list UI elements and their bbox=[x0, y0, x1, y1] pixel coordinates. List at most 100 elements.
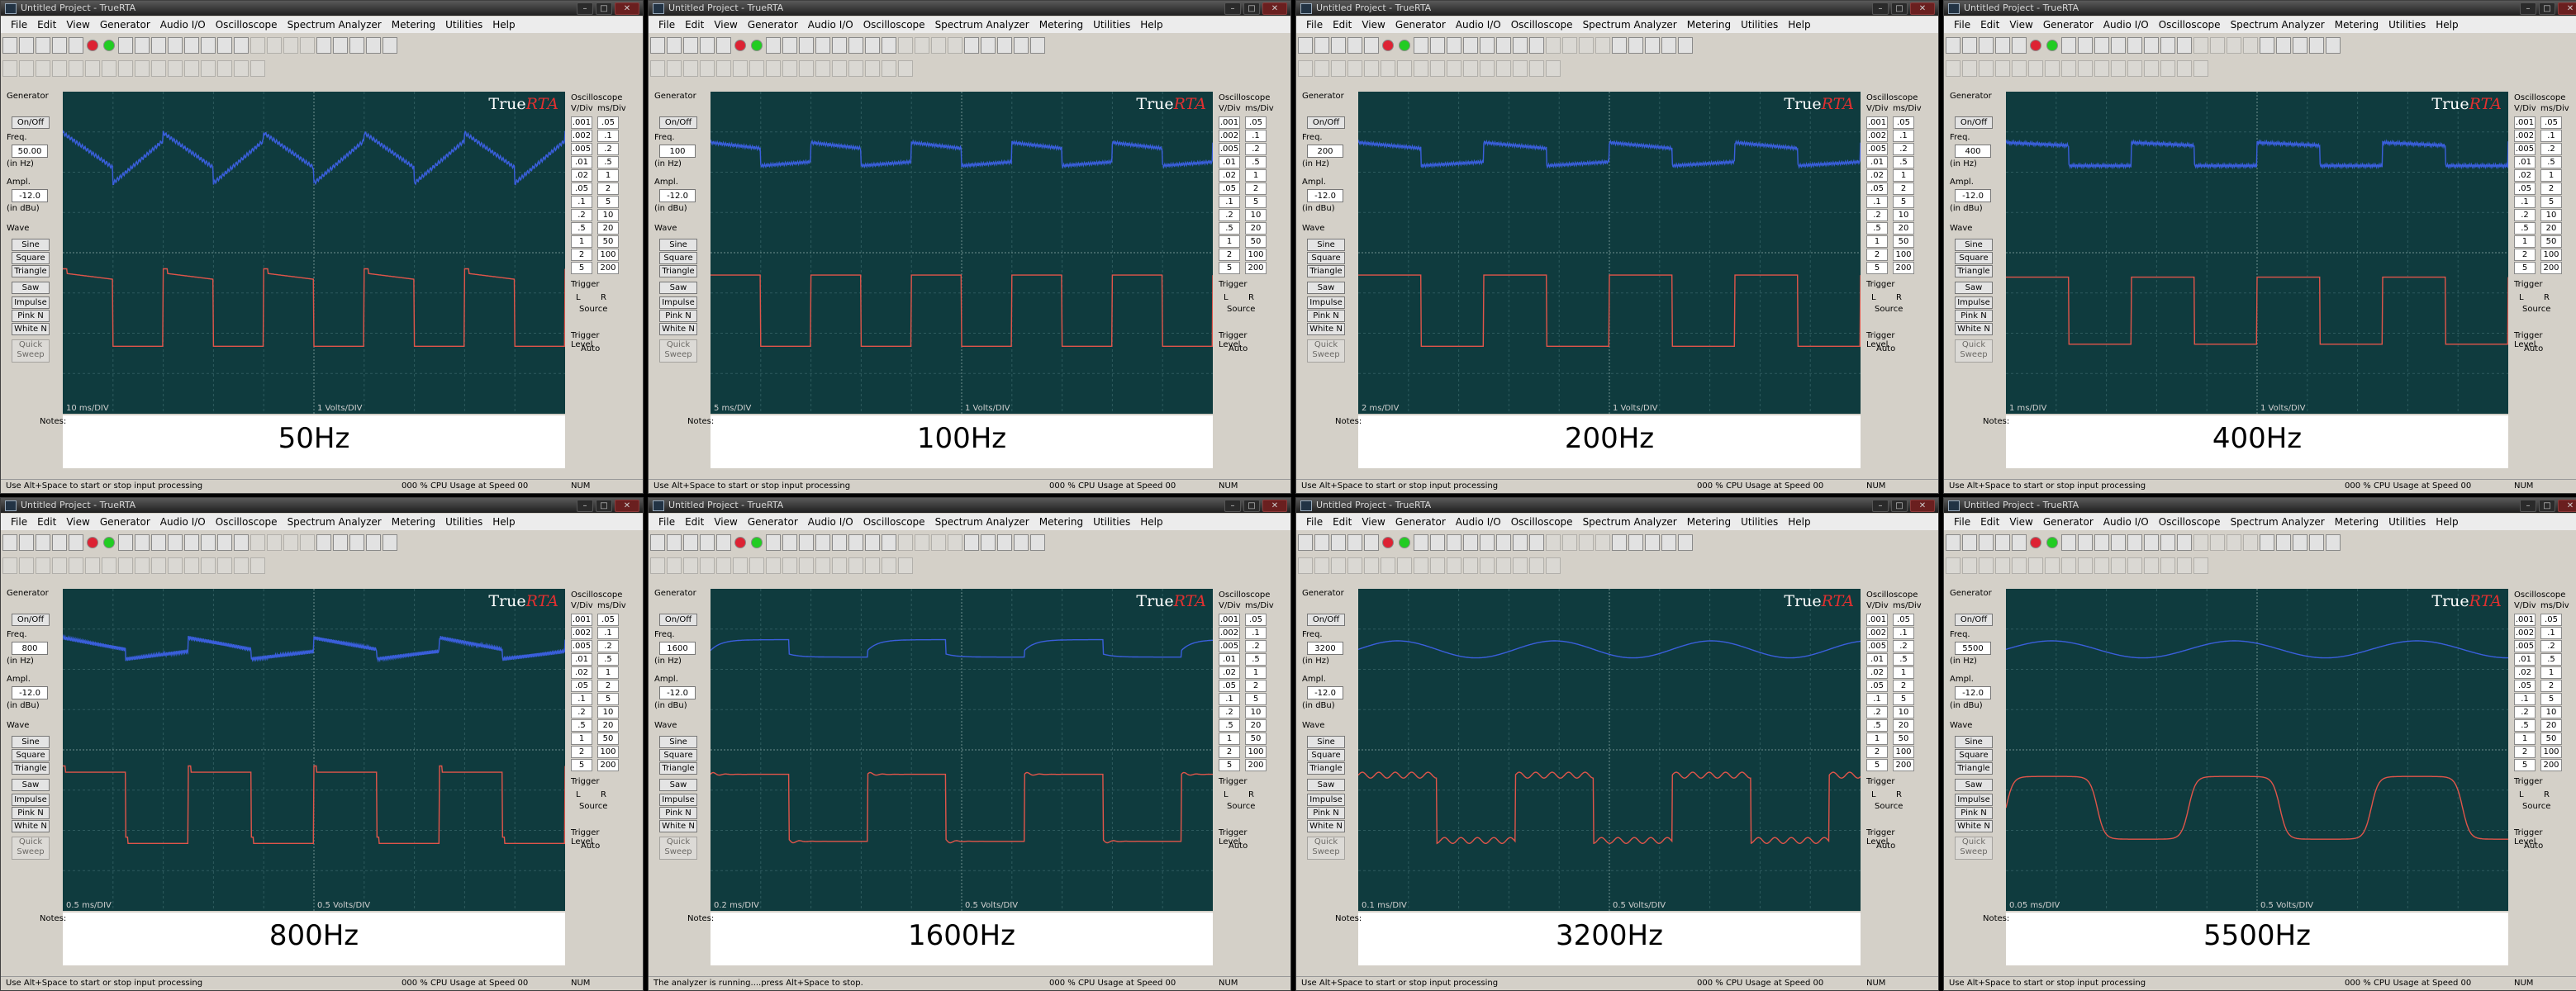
notes-area[interactable]: Notes: 400Hz bbox=[1983, 415, 2508, 468]
vdiv-option[interactable]: .2 bbox=[2514, 209, 2536, 221]
toolbar-button[interactable] bbox=[217, 557, 232, 574]
msdiv-option[interactable]: 200 bbox=[597, 262, 619, 274]
toolbar-button[interactable] bbox=[1430, 534, 1445, 551]
msdiv-option[interactable]: 50 bbox=[1893, 733, 1914, 745]
wave-impulse-button[interactable]: Impulse bbox=[1955, 794, 1993, 806]
vdiv-option[interactable]: 1 bbox=[1866, 733, 1888, 745]
vdiv-option[interactable]: .05 bbox=[571, 183, 592, 195]
toolbar-button[interactable] bbox=[1979, 60, 1994, 77]
toolbar-button[interactable] bbox=[2061, 60, 2076, 77]
toolbar-button[interactable] bbox=[1298, 534, 1313, 551]
menu-edit[interactable]: Edit bbox=[1975, 17, 2004, 33]
toolbar-button[interactable] bbox=[2028, 60, 2043, 77]
toolbar-button[interactable] bbox=[2227, 534, 2241, 551]
toolbar-button[interactable] bbox=[2111, 557, 2126, 574]
amplitude-input[interactable]: -12.0 bbox=[1955, 686, 1991, 699]
toolbar-button[interactable] bbox=[333, 534, 348, 551]
toolbar-button[interactable] bbox=[1347, 60, 1362, 77]
toolbar-button[interactable] bbox=[184, 557, 199, 574]
toolbar-button[interactable] bbox=[168, 534, 183, 551]
vdiv-option[interactable]: 2 bbox=[1219, 746, 1240, 758]
vdiv-option[interactable]: .002 bbox=[571, 130, 592, 142]
menu-audio-i-o[interactable]: Audio I/O bbox=[155, 17, 211, 33]
wave-pink-n-button[interactable]: Pink N bbox=[659, 310, 697, 322]
toolbar-button[interactable] bbox=[36, 60, 50, 77]
menu-oscilloscope[interactable]: Oscilloscope bbox=[1506, 514, 1578, 530]
toolbar-button[interactable] bbox=[118, 534, 133, 551]
msdiv-option[interactable]: 1 bbox=[1893, 169, 1914, 182]
toolbar-button[interactable] bbox=[2210, 534, 2225, 551]
toolbar-button[interactable] bbox=[300, 37, 315, 54]
wave-sine-button[interactable]: Sine bbox=[12, 736, 50, 748]
toolbar-button[interactable] bbox=[931, 534, 946, 551]
trigger-r-radio[interactable]: R bbox=[601, 790, 606, 799]
maximize-button[interactable]: □ bbox=[1891, 500, 1908, 512]
menu-spectrum-analyzer[interactable]: Spectrum Analyzer bbox=[930, 514, 1034, 530]
vdiv-option[interactable]: .02 bbox=[1866, 666, 1888, 679]
wave-sine-button[interactable]: Sine bbox=[12, 239, 50, 251]
menu-edit[interactable]: Edit bbox=[680, 514, 709, 530]
menu-help[interactable]: Help bbox=[487, 17, 520, 33]
toolbar-button[interactable] bbox=[1645, 534, 1660, 551]
toolbar-button[interactable] bbox=[1314, 37, 1329, 54]
maximize-button[interactable]: □ bbox=[1891, 2, 1908, 15]
toolbar-button[interactable] bbox=[650, 534, 665, 551]
quick-sweep-button[interactable]: Quick Sweep bbox=[659, 339, 697, 363]
toolbar-button[interactable] bbox=[1397, 557, 1412, 574]
menu-file[interactable]: File bbox=[654, 514, 680, 530]
menu-generator[interactable]: Generator bbox=[743, 514, 803, 530]
amplitude-input[interactable]: -12.0 bbox=[1307, 189, 1343, 202]
toolbar-button[interactable] bbox=[1595, 37, 1610, 54]
toolbar-button[interactable] bbox=[751, 537, 763, 548]
toolbar-button[interactable] bbox=[766, 60, 781, 77]
menu-spectrum-analyzer[interactable]: Spectrum Analyzer bbox=[1578, 514, 1682, 530]
toolbar-button[interactable] bbox=[135, 534, 150, 551]
menu-utilities[interactable]: Utilities bbox=[1088, 514, 1135, 530]
toolbar-button[interactable] bbox=[1513, 534, 1528, 551]
msdiv-option[interactable]: .05 bbox=[597, 614, 619, 626]
trigger-r-radio[interactable]: R bbox=[601, 293, 606, 302]
toolbar-button[interactable] bbox=[1430, 60, 1445, 77]
msdiv-option[interactable]: 5 bbox=[597, 693, 619, 705]
toolbar-button[interactable] bbox=[1030, 37, 1045, 54]
notes-area[interactable]: Notes: 5500Hz bbox=[1983, 913, 2508, 965]
wave-white-n-button[interactable]: White N bbox=[1307, 323, 1345, 335]
trigger-r-radio[interactable]: R bbox=[1896, 293, 1902, 302]
toolbar-button[interactable] bbox=[85, 60, 100, 77]
msdiv-option[interactable]: 5 bbox=[2540, 196, 2562, 208]
maximize-button[interactable]: □ bbox=[1243, 500, 1260, 512]
toolbar-button[interactable] bbox=[2127, 557, 2142, 574]
toolbar-button[interactable] bbox=[2276, 534, 2291, 551]
notes-area[interactable]: Notes: 50Hz bbox=[40, 415, 565, 468]
toolbar-button[interactable] bbox=[716, 557, 731, 574]
menu-edit[interactable]: Edit bbox=[680, 17, 709, 33]
toolbar-button[interactable] bbox=[667, 60, 682, 77]
amplitude-input[interactable]: -12.0 bbox=[1955, 189, 1991, 202]
msdiv-option[interactable]: 50 bbox=[1893, 235, 1914, 248]
vdiv-option[interactable]: 2 bbox=[2514, 249, 2536, 261]
frequency-input[interactable]: 200 bbox=[1307, 145, 1343, 158]
toolbar-button[interactable] bbox=[1546, 557, 1561, 574]
menu-generator[interactable]: Generator bbox=[1390, 514, 1451, 530]
toolbar-button[interactable] bbox=[19, 37, 34, 54]
toolbar-button[interactable] bbox=[151, 557, 166, 574]
vdiv-option[interactable]: .005 bbox=[2514, 640, 2536, 652]
toolbar-button[interactable] bbox=[782, 557, 797, 574]
toolbar-button[interactable] bbox=[799, 557, 814, 574]
toolbar-button[interactable] bbox=[250, 60, 265, 77]
vdiv-option[interactable]: 5 bbox=[2514, 262, 2536, 274]
trigger-l-radio[interactable]: L bbox=[576, 790, 581, 799]
toolbar-button[interactable] bbox=[52, 557, 67, 574]
wave-saw-button[interactable]: Saw bbox=[1307, 282, 1345, 294]
menu-generator[interactable]: Generator bbox=[95, 17, 155, 33]
toolbar-button[interactable] bbox=[1414, 60, 1428, 77]
wave-pink-n-button[interactable]: Pink N bbox=[659, 807, 697, 819]
toolbar-button[interactable] bbox=[2293, 37, 2307, 54]
toolbar-button[interactable] bbox=[1480, 534, 1495, 551]
wave-triangle-button[interactable]: Triangle bbox=[1955, 265, 1993, 277]
menu-edit[interactable]: Edit bbox=[32, 514, 61, 530]
auto-checkbox[interactable]: Auto bbox=[1876, 344, 1895, 353]
maximize-button[interactable]: □ bbox=[1243, 2, 1260, 15]
msdiv-option[interactable]: 200 bbox=[597, 759, 619, 771]
vdiv-option[interactable]: .05 bbox=[2514, 680, 2536, 692]
